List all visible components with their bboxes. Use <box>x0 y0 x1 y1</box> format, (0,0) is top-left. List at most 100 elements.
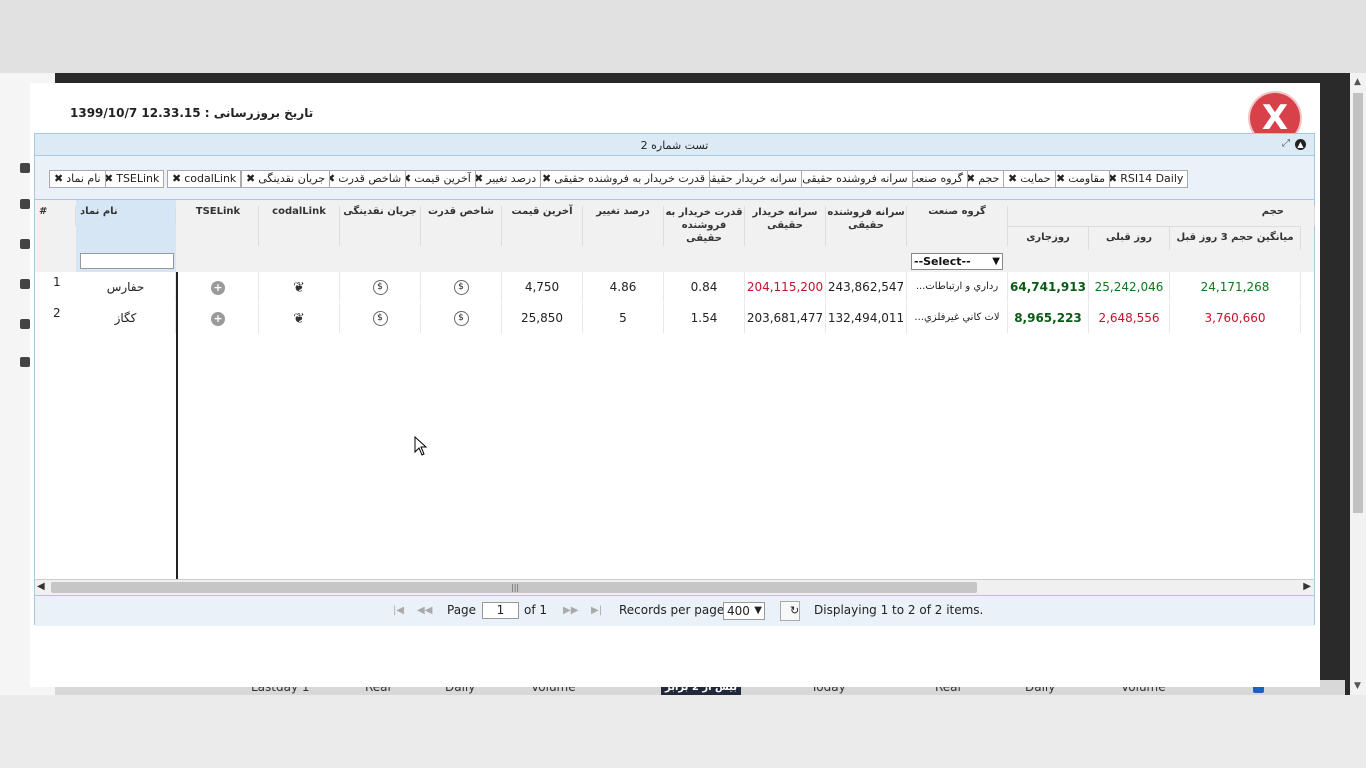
dollar-icon[interactable]: $ <box>453 280 469 295</box>
chip-power-index[interactable]: ✖ شاخص قدرت <box>321 170 407 188</box>
col-header-last-price[interactable]: آخرین قیمت <box>502 206 583 246</box>
cell-prev-day: 2,648,556 <box>1089 303 1170 333</box>
col-header-seller-per-capita[interactable]: سرانه فروشنده حقیقی <box>826 206 907 246</box>
chevron-down-icon: ▼ <box>754 605 762 616</box>
codal-link-icon[interactable]: ❦ <box>293 273 305 303</box>
globe-icon[interactable] <box>20 319 30 329</box>
expand-icon[interactable]: ⤢ <box>1282 138 1290 149</box>
col-header-tselink[interactable]: TSELink <box>178 206 259 246</box>
chip-rsi14[interactable]: ✖ RSI14 Daily <box>1103 170 1189 188</box>
cell-codallink[interactable]: ❦ <box>259 303 340 333</box>
chip-support[interactable]: ✖ حمایت <box>1003 170 1056 188</box>
cell-codallink[interactable]: ❦ <box>259 272 340 302</box>
cell-seller-per-capita: 243,862,547 <box>826 272 907 302</box>
next-page-icon[interactable]: ▶▶ <box>563 605 578 616</box>
home-icon[interactable] <box>20 163 30 173</box>
cell-avg3: 3,760,660 <box>1170 303 1301 333</box>
col-header-buyer-power[interactable]: قدرت خریدار به فروشنده حقیقی <box>664 206 745 246</box>
refresh-icon: ↻ <box>790 604 800 617</box>
signout-icon[interactable] <box>20 279 30 289</box>
cell-buyer-per-capita: 203,681,477 <box>745 303 826 333</box>
chip-resistance[interactable]: ✖ مقاومت <box>1051 170 1111 188</box>
codal-link-icon[interactable]: ❦ <box>293 304 305 334</box>
pin-icon[interactable] <box>20 357 30 367</box>
records-per-page-label: Records per page: <box>619 603 729 617</box>
remove-icon[interactable]: ✖ <box>172 172 181 185</box>
cell-industry: ...لات كاني غيرفلزي <box>907 303 1008 333</box>
plus-icon[interactable]: + <box>211 311 225 326</box>
chip-codallink[interactable]: ✖ codalLink <box>167 170 242 188</box>
chip-change-pct[interactable]: ✖ درصد تغییر <box>469 170 542 188</box>
scroll-up-arrow-icon[interactable]: ▲ <box>1354 77 1361 87</box>
plus-icon[interactable]: + <box>211 280 225 295</box>
background-top <box>0 0 1366 73</box>
chip-flow[interactable]: ✖ جریان نقدینگی <box>241 170 331 188</box>
chip-seller-per-capita[interactable]: ✖سرانه فروشنده حقیقی <box>785 170 913 188</box>
cell-buyer-power: 0.84 <box>664 272 745 302</box>
remove-icon[interactable]: ✖ <box>54 172 63 185</box>
col-header-today[interactable]: روزجاری <box>1008 226 1089 250</box>
cell-buyer-power: 1.54 <box>664 303 745 333</box>
col-header-flow[interactable]: جریان نقدینگی <box>340 206 421 246</box>
scroll-grip-icon: ||| <box>511 583 520 592</box>
remove-icon[interactable]: ✖ <box>1056 172 1065 185</box>
cell-power-index[interactable]: $ <box>421 272 502 302</box>
grid-title-bar: تست شماره 2 ⤢ ▲ <box>35 134 1314 156</box>
cell-tselink[interactable]: + <box>178 303 259 333</box>
frozen-column-divider <box>176 272 178 579</box>
table-row[interactable]: 1 حفارس + ❦ $ $ 4,750 4.86 0.84 204,115,… <box>35 272 1314 302</box>
col-header-power-index[interactable]: شاخص قدرت <box>421 206 502 246</box>
refresh-button[interactable]: ↻ <box>780 601 800 621</box>
col-header-industry[interactable]: گروه صنعت <box>907 206 1008 246</box>
page-input[interactable]: 1 <box>482 602 519 619</box>
first-page-icon[interactable]: |◀ <box>393 605 404 616</box>
col-header-num[interactable]: # <box>35 206 76 226</box>
last-page-icon[interactable]: ▶| <box>591 605 602 616</box>
chip-tselink[interactable]: ✖ TSELink <box>99 170 165 188</box>
scroll-thumb[interactable] <box>1353 93 1363 513</box>
records-per-page-select[interactable]: 400 ▼ <box>723 602 765 620</box>
remove-icon[interactable]: ✖ <box>1008 172 1017 185</box>
dollar-icon[interactable]: $ <box>372 311 388 326</box>
dollar-icon[interactable]: $ <box>453 311 469 326</box>
name-filter-input[interactable] <box>80 253 174 269</box>
monitor-icon[interactable] <box>20 199 30 209</box>
table-row[interactable]: 2 کگاز + ❦ $ $ 25,850 5 1.54 203,681,477… <box>35 303 1314 333</box>
col-header-buyer-per-capita[interactable]: سرانه خریدار حقیقی <box>745 206 826 246</box>
remove-icon[interactable]: ✖ <box>542 172 551 185</box>
chip-symbol-name[interactable]: ✖ نام نماد <box>49 170 106 188</box>
collapse-icon[interactable]: ▲ <box>1295 139 1306 150</box>
col-header-prev-day[interactable]: روز قبلی <box>1089 226 1170 250</box>
scroll-down-arrow-icon[interactable]: ▼ <box>1354 681 1361 691</box>
page-count: of 1 <box>524 603 548 617</box>
col-header-avg3[interactable]: میانگین حجم 3 روز قبل <box>1170 226 1301 250</box>
row-number: 2 <box>53 306 61 320</box>
cell-flow[interactable]: $ <box>340 272 421 302</box>
chip-buyer-power[interactable]: ✖ قدرت خریدار به فروشنده حقیقی <box>537 170 711 188</box>
cell-tselink[interactable]: + <box>178 272 259 302</box>
mouse-cursor-icon <box>414 436 428 456</box>
list-icon[interactable] <box>20 239 30 249</box>
cell-buyer-per-capita: 204,115,200 <box>745 272 826 302</box>
dollar-icon[interactable]: $ <box>372 280 388 295</box>
page-vertical-scrollbar[interactable]: ▲ ▼ <box>1350 73 1366 695</box>
page-label: Page <box>447 603 477 617</box>
col-header-volume[interactable]: حجم <box>1008 206 1315 226</box>
cell-prev-day: 25,242,046 <box>1089 272 1170 302</box>
chip-last-price[interactable]: ✖ آخرین قیمت <box>397 170 476 188</box>
col-header-name[interactable]: نام نماد <box>76 206 176 226</box>
cell-last-price: 4,750 <box>502 272 583 302</box>
cell-flow[interactable]: $ <box>340 303 421 333</box>
col-header-change-pct[interactable]: درصد تغییر <box>583 206 664 246</box>
grid-horizontal-scrollbar[interactable]: ◀ ||| ▶ <box>35 579 1314 596</box>
row-number: 1 <box>53 275 61 289</box>
industry-filter-select[interactable]: --Select-- ▼ <box>911 253 1003 270</box>
prev-page-icon[interactable]: ◀◀ <box>417 605 432 616</box>
background-below <box>0 695 1366 768</box>
col-header-codallink[interactable]: codalLink <box>259 206 340 246</box>
scroll-left-arrow-icon[interactable]: ◀ <box>37 581 45 592</box>
cell-power-index[interactable]: $ <box>421 303 502 333</box>
remove-icon[interactable]: ✖ <box>246 172 255 185</box>
grid-title: تست شماره 2 <box>640 139 709 152</box>
scroll-right-arrow-icon[interactable]: ▶ <box>1303 581 1311 592</box>
